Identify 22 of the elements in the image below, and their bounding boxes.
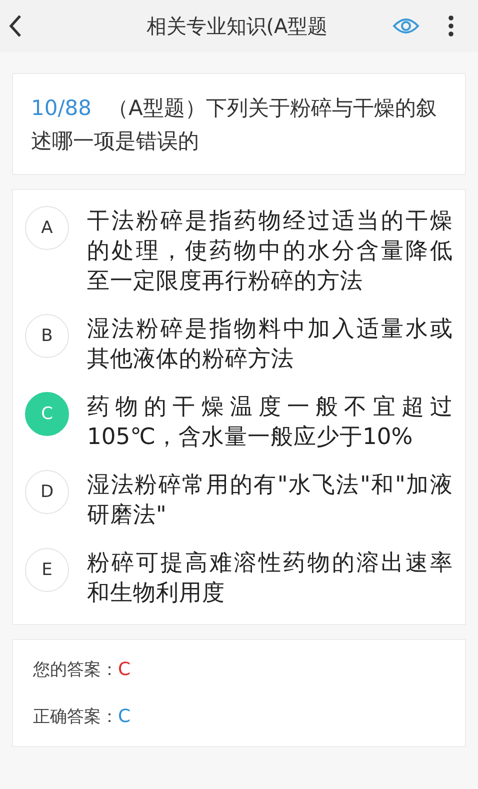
option-letter: B: [25, 314, 69, 358]
answer-label: 正确答案：: [33, 706, 118, 728]
page-title: 相关专业知识(A型题: [145, 12, 329, 40]
option-letter: E: [25, 548, 69, 592]
option-letter: D: [25, 470, 69, 514]
option-item[interactable]: D 湿法粉碎常用的有"水飞法"和"加液研磨法": [25, 470, 453, 530]
option-letter: A: [25, 206, 69, 250]
answer-label: 您的答案：: [33, 659, 118, 681]
more-icon[interactable]: [446, 13, 456, 39]
option-item[interactable]: E 粉碎可提高难溶性药物的溶出速率和生物利用度: [25, 548, 453, 608]
answer-value: C: [118, 659, 131, 680]
option-text: 药物的干燥温度一般不宜超过105℃，含水量一般应少于10%: [87, 393, 453, 452]
option-text: 湿法粉碎是指物料中加入适量水或其他液体的粉碎方法: [87, 315, 453, 374]
option-item[interactable]: A 干法粉碎是指药物经过适当的干燥的处理，使药物中的水分含量降低至一定限度再行粉碎的方法: [25, 206, 453, 296]
option-text: 粉碎可提高难溶性药物的溶出速率和生物利用度: [87, 549, 453, 608]
option-item[interactable]: C 药物的干燥温度一般不宜超过105℃，含水量一般应少于10%: [25, 392, 453, 452]
option-letter: C: [25, 392, 69, 436]
option-text: 湿法粉碎常用的有"水飞法"和"加液研磨法": [87, 471, 453, 530]
answer-value: C: [118, 706, 131, 727]
option-text: 干法粉碎是指药物经过适当的干燥的处理，使药物中的水分含量降低至一定限度再行粉碎的方法: [87, 207, 453, 296]
question-text: 10/88 （A型题）下列关于粉碎与干燥的叙述哪一项是错误的: [31, 95, 438, 155]
option-item[interactable]: B 湿法粉碎是指物料中加入适量水或其他液体的粉碎方法: [25, 314, 453, 374]
